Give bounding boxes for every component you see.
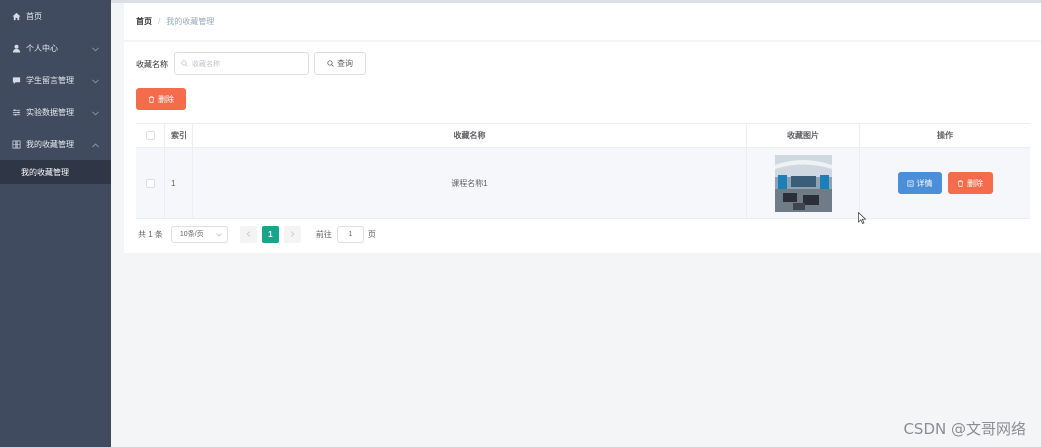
- row-delete-button[interactable]: 删除: [947, 172, 993, 194]
- chevron-up-icon: [92, 141, 99, 148]
- sidebar-item-label: 我的收藏管理: [26, 139, 74, 149]
- detail-icon: [907, 180, 913, 186]
- column-header-index: 索引: [165, 124, 193, 147]
- sidebar-item-personal-center[interactable]: 个人中心: [0, 32, 111, 64]
- goto-page-input[interactable]: 1: [336, 225, 364, 243]
- user-icon: [11, 43, 21, 53]
- sidebar-item-home[interactable]: 首页: [0, 0, 111, 32]
- goto-label: 前往: [315, 229, 332, 239]
- page-size-value: 10条/页: [179, 231, 204, 238]
- next-page-button[interactable]: [283, 225, 301, 243]
- pagination: 共 1 条 10条/页 1 前往 1 页: [138, 225, 376, 243]
- select-all-checkbox[interactable]: [145, 131, 155, 140]
- sidebar: 首页 个人中心 学生留言管理 实验数据管理 我的收藏管理 我的收藏管理: [0, 0, 111, 447]
- prev-page-button[interactable]: [239, 225, 257, 243]
- table-row: 1 课程名称1 详情 删除: [136, 148, 1030, 219]
- detail-button-label: 详情: [916, 178, 933, 188]
- search-button[interactable]: 查询: [314, 52, 366, 75]
- search-input[interactable]: 收藏名称: [174, 52, 309, 75]
- column-header-actions: 操作: [937, 131, 953, 140]
- sidebar-item-label: 实验数据管理: [26, 107, 74, 117]
- content-card: 收藏名称 收藏名称 查询 删除 索引 收藏名称 收藏图片 操作 1 课程名称1: [124, 42, 1041, 253]
- submenu-item-my-favorites-management[interactable]: 我的收藏管理: [0, 160, 111, 184]
- row-checkbox[interactable]: [145, 178, 155, 188]
- message-icon: [11, 75, 21, 85]
- sidebar-item-label: 个人中心: [26, 43, 58, 53]
- search-button-label: 查询: [337, 59, 353, 68]
- sidebar-item-student-messages[interactable]: 学生留言管理: [0, 64, 111, 96]
- sliders-icon: [11, 107, 21, 117]
- sidebar-item-label: 学生留言管理: [26, 75, 74, 85]
- breadcrumb-separator: /: [158, 17, 161, 26]
- sidebar-item-label: 首页: [26, 11, 42, 21]
- row-name: 课程名称1: [193, 148, 747, 218]
- chevron-right-icon: [290, 231, 295, 237]
- row-image-cell: [747, 148, 860, 218]
- pagination-total: 共 1 条: [138, 229, 163, 239]
- mouse-cursor-icon: [858, 212, 867, 224]
- chevron-down-icon: [92, 109, 99, 116]
- sidebar-item-my-favorites[interactable]: 我的收藏管理: [0, 128, 111, 160]
- page-size-select[interactable]: 10条/页: [170, 225, 228, 243]
- table-header: 索引 收藏名称 收藏图片 操作: [136, 123, 1030, 148]
- favorite-thumbnail-image: [774, 154, 832, 212]
- home-icon: [11, 11, 21, 21]
- chevron-left-icon: [246, 231, 251, 237]
- watermark: CSDN @文哥网络: [903, 420, 1026, 438]
- sidebar-item-experiment-data[interactable]: 实验数据管理: [0, 96, 111, 128]
- row-index: 1: [165, 148, 193, 218]
- breadcrumb: 首页 / 我的收藏管理: [124, 3, 1041, 40]
- trash-icon: [957, 179, 964, 187]
- row-delete-label: 删除: [967, 178, 983, 188]
- batch-delete-button[interactable]: 删除: [136, 88, 186, 110]
- breadcrumb-home[interactable]: 首页: [136, 16, 152, 27]
- chevron-down-icon: [216, 232, 222, 237]
- row-actions-cell: 详情 删除: [860, 148, 1030, 218]
- header-checkbox-cell: [136, 124, 165, 147]
- chevron-down-icon: [92, 45, 99, 52]
- batch-delete-label: 删除: [158, 94, 174, 104]
- trash-icon: [148, 95, 155, 103]
- chevron-down-icon: [92, 77, 99, 84]
- grid-icon: [11, 139, 21, 149]
- page-number-current[interactable]: 1: [261, 225, 279, 243]
- search-label: 收藏名称: [136, 60, 168, 69]
- search-icon: [327, 60, 334, 67]
- favorites-table: 索引 收藏名称 收藏图片 操作 1 课程名称1 详情 删除: [136, 123, 1030, 219]
- column-header-image: 收藏图片: [747, 124, 860, 147]
- row-checkbox-cell: [136, 148, 165, 218]
- page-suffix: 页: [367, 229, 376, 239]
- detail-button[interactable]: 详情: [897, 172, 942, 194]
- search-placeholder: 收藏名称: [192, 60, 220, 68]
- breadcrumb-current: 我的收藏管理: [166, 17, 215, 26]
- column-header-name: 收藏名称: [193, 124, 747, 147]
- search-icon: [181, 60, 188, 67]
